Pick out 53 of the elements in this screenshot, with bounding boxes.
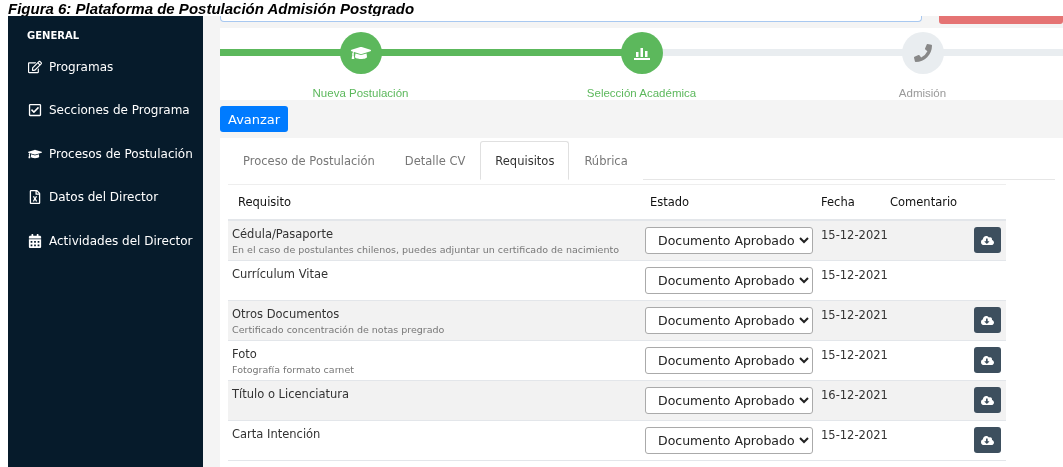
download-button[interactable] — [974, 227, 1001, 253]
column-header: Requisito — [237, 195, 293, 209]
requirement-note: En el caso de postulantes chilenos, puedes adjuntar un certificado de nacimiento — [232, 244, 620, 255]
download-button[interactable] — [974, 347, 1001, 373]
date-cell-text: 15-12-2021 — [821, 227, 889, 244]
requirement-name: Otros Documentos — [232, 307, 341, 321]
bar-chart-icon — [632, 45, 651, 61]
cloud-download-icon — [981, 313, 994, 327]
status-select[interactable]: Documento Aprobado — [645, 427, 813, 454]
status-select[interactable]: Documento Aprobado — [645, 267, 813, 294]
sidebar-item[interactable]: Programas — [8, 45, 203, 89]
cloud-download-icon — [981, 233, 994, 247]
date-cell-text: 15-12-2021 — [821, 427, 889, 444]
sidebar-item[interactable]: Secciones de Programa — [8, 88, 203, 132]
cloud-download-icon — [981, 393, 994, 407]
download-button[interactable] — [974, 387, 1001, 413]
column-header: Fecha — [821, 195, 856, 209]
tab[interactable]: Requisitos — [480, 141, 570, 180]
requirement-name: Foto — [232, 347, 258, 361]
requirement-name: Currículum Vitae — [232, 267, 330, 281]
date-cell-text: 15-12-2021 — [821, 347, 889, 364]
sidebar-heading: GENERAL — [26, 29, 80, 43]
spreadsheet-file-icon — [28, 190, 42, 205]
sidebar-item[interactable]: Procesos de Postulación — [8, 132, 203, 176]
requirement-name: Carta Intención — [232, 427, 322, 441]
column-header: Estado — [649, 195, 691, 209]
status-select[interactable]: Documento Aprobado — [645, 227, 813, 254]
cloud-download-icon — [981, 353, 994, 367]
date-cell-text: 15-12-2021 — [821, 267, 889, 284]
date-cell-text: 15-12-2021 — [821, 307, 889, 324]
step-label: Admisión — [898, 87, 947, 99]
sidebar-item[interactable]: Datos del Director — [8, 175, 203, 219]
requirement-name: Título o Licenciatura — [232, 387, 351, 401]
status-select[interactable]: Documento Aprobado — [645, 387, 813, 414]
figure-caption: Figura 6: Plataforma de Postulación Admisión Postgrado — [7, 0, 416, 16]
status-select[interactable]: Documento Aprobado — [645, 347, 813, 374]
requirement-note: Fotografía formato carnet — [232, 364, 355, 375]
step-label: Nueva Postulación — [312, 87, 409, 99]
step-label: Selección Académica — [586, 87, 697, 99]
requirement-note: Certificado concentración de notas pregrado — [232, 324, 446, 335]
cloud-download-icon — [981, 433, 994, 447]
calendar-icon — [28, 233, 42, 248]
checkbox-icon — [28, 103, 42, 118]
column-header: Comentario — [890, 195, 959, 209]
download-button[interactable] — [974, 307, 1001, 333]
download-button[interactable] — [974, 427, 1001, 453]
requirement-name: Cédula/Pasaporte — [232, 227, 334, 241]
phone-icon — [913, 44, 932, 62]
status-select[interactable]: Documento Aprobado — [645, 307, 813, 334]
advance-button[interactable]: Avanzar — [220, 106, 289, 132]
sidebar-item[interactable]: Actividades del Director — [8, 219, 203, 263]
date-cell-text: 16-12-2021 — [821, 387, 889, 404]
edit-icon — [28, 59, 42, 74]
